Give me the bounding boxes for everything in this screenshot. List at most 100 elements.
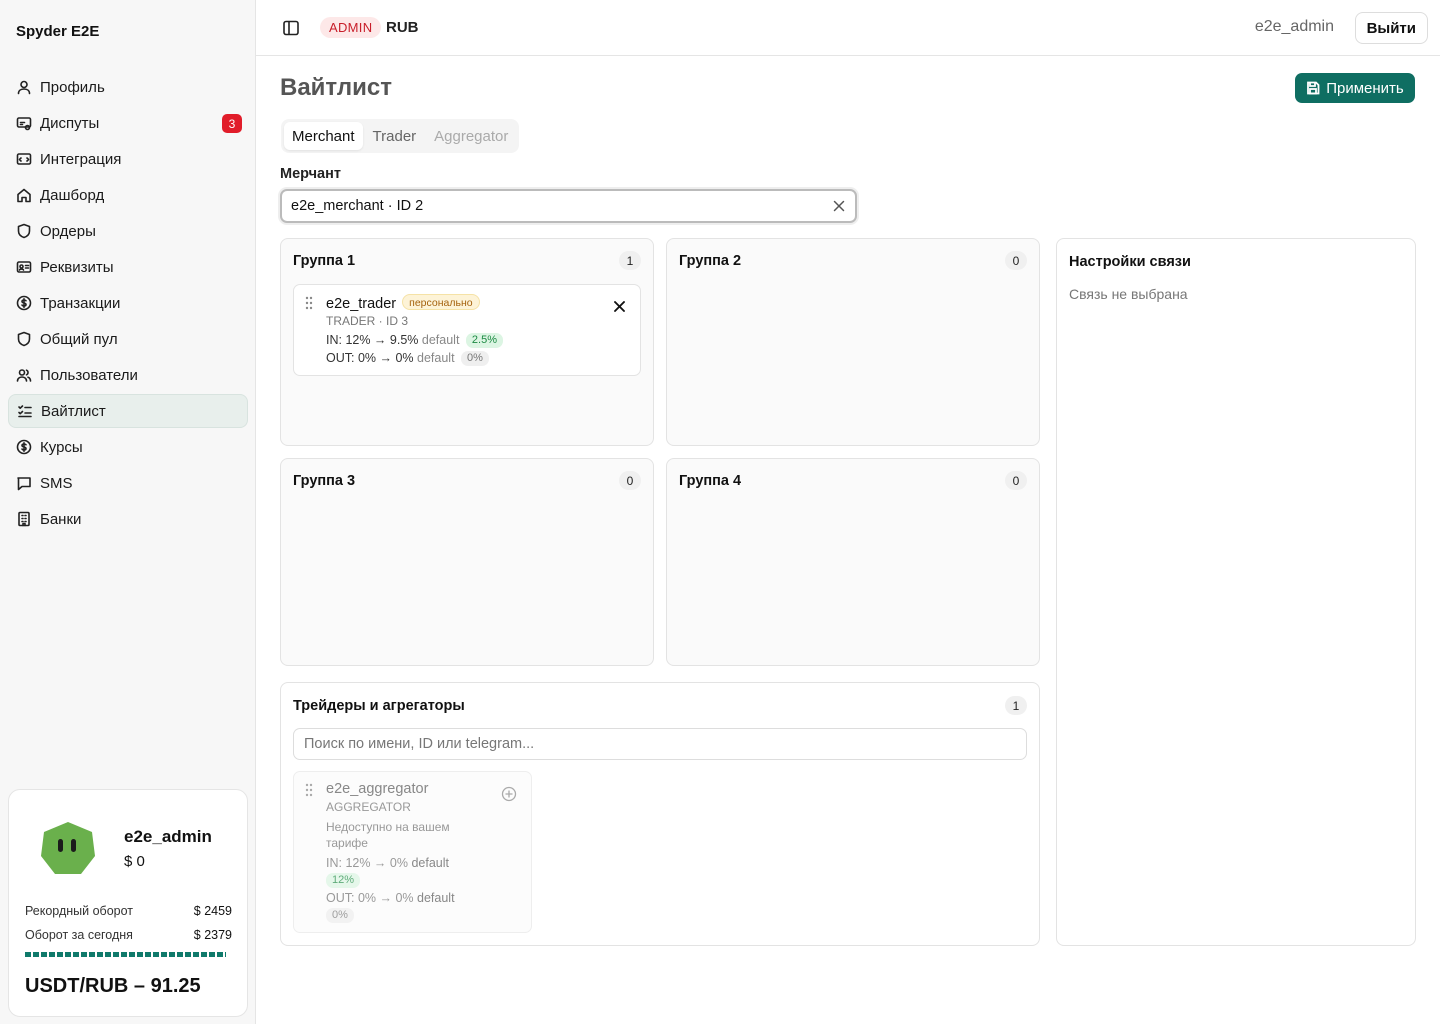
record-turnover-value: $ 2459 (193, 904, 232, 918)
sidebar-item-5[interactable]: Реквизиты (8, 250, 248, 284)
dollar-icon (16, 295, 32, 311)
aggregator-card[interactable]: e2e_aggregator AGGREGATOR Недоступно на … (293, 771, 532, 933)
sidebar-item-label: Дашборд (40, 186, 105, 204)
in-delta-pill: 12% (326, 873, 361, 888)
brand-name: Spyder E2E (16, 23, 100, 40)
pool-search-input[interactable] (293, 728, 1027, 760)
personal-tag: персонально (402, 294, 480, 310)
sidebar-item-9[interactable]: Вайтлист (8, 394, 248, 428)
header-username: e2e_admin (1254, 18, 1334, 35)
sidebar-item-11[interactable]: SMS (8, 466, 248, 500)
message-icon (16, 475, 32, 491)
shield-icon (16, 223, 32, 239)
sidebar-item-8[interactable]: Пользователи (8, 358, 248, 392)
aggregator-out-pill-row: 0% (326, 908, 354, 923)
trader-card[interactable]: e2e_trader персонально TRADER · ID 3 IN: … (293, 284, 641, 376)
page-title: Вайтлист (280, 74, 392, 101)
aggregator-name: e2e_aggregator (326, 781, 429, 797)
sidebar-item-label: Реквизиты (40, 258, 114, 276)
turnover-progress (25, 952, 232, 957)
sidebar-item-label: Вайтлист (41, 402, 106, 420)
clear-icon[interactable] (831, 198, 847, 214)
sidebar-item-1[interactable]: Диспуты 3 (8, 106, 248, 140)
group-2[interactable]: Группа 2 0 (666, 238, 1040, 446)
out-delta-pill: 0% (461, 351, 489, 366)
pool-title: Трейдеры и агрегаторы (293, 698, 465, 714)
out-default-label: default (417, 351, 455, 365)
turnover-progress-fill (25, 952, 226, 957)
sidebar: Spyder E2E Профиль Диспуты 3 Интеграция Дашб… (0, 0, 256, 1024)
sidebar-item-10[interactable]: Курсы (8, 430, 248, 464)
in-default-label: default (411, 856, 449, 870)
currency-label: RUB (386, 19, 419, 36)
sidebar-item-3[interactable]: Дашборд (8, 178, 248, 212)
apply-button[interactable]: Применить (1295, 73, 1415, 103)
out-rate-text: OUT: 0% → 0% (326, 351, 414, 365)
dollar-icon (16, 439, 32, 455)
sidebar-item-4[interactable]: Ордеры (8, 214, 248, 248)
tab-0[interactable]: Merchant (284, 122, 363, 150)
user-name: e2e_admin (124, 827, 212, 846)
home-icon (16, 187, 32, 203)
sidebar-item-label: Пользователи (40, 366, 138, 384)
apply-button-label: Применить (1326, 79, 1404, 97)
sidebar-item-label: Интеграция (40, 150, 122, 168)
merchant-select-value: e2e_merchant · ID 2 (291, 198, 424, 214)
traders-pool: Трейдеры и агрегаторы 1 e2e_aggregator A… (280, 682, 1040, 946)
merchant-select[interactable]: e2e_merchant · ID 2 (280, 189, 857, 223)
group-3[interactable]: Группа 3 0 (280, 458, 654, 666)
group-count: 0 (1005, 471, 1027, 490)
sidebar-item-2[interactable]: Интеграция (8, 142, 248, 176)
settings-empty-text: Связь не выбрана (1069, 286, 1188, 302)
add-circle-icon[interactable] (501, 786, 517, 802)
sidebar-item-label: Профиль (40, 78, 105, 96)
aggregator-out-rate: OUT: 0% → 0% default (326, 891, 455, 905)
sidebar-toggle-icon[interactable] (282, 19, 300, 37)
user-balance: $ 0 (124, 853, 145, 870)
aggregator-in-rate: IN: 12% → 0% default (326, 856, 449, 870)
id-card-icon (16, 259, 32, 275)
out-rate-text: OUT: 0% → 0% (326, 891, 414, 905)
users-icon (16, 367, 32, 383)
checklist-icon (17, 403, 33, 419)
shield-icon (16, 331, 32, 347)
out-default-label: default (417, 891, 455, 905)
avatar (41, 822, 95, 874)
trader-in-rate: IN: 12% → 9.5% default 2.5% (326, 333, 503, 348)
group-count: 0 (619, 471, 641, 490)
sidebar-item-6[interactable]: Транзакции (8, 286, 248, 320)
trader-role: TRADER · ID 3 (326, 314, 409, 328)
record-turnover: Рекордный оборот $ 2459 (25, 904, 232, 918)
sidebar-item-12[interactable]: Банки (8, 502, 248, 536)
integration-icon (16, 151, 32, 167)
aggregator-in-pill-row: 12% (326, 873, 361, 888)
logout-button[interactable]: Выйти (1354, 12, 1428, 44)
drag-handle-icon[interactable] (304, 296, 314, 310)
aggregator-role: AGGREGATOR (326, 800, 411, 814)
group-4[interactable]: Группа 4 0 (666, 458, 1040, 666)
group-title: Группа 4 (679, 473, 742, 489)
remove-icon[interactable] (613, 300, 626, 313)
sidebar-item-label: SMS (40, 474, 73, 492)
group-count: 1 (619, 251, 641, 270)
sidebar-nav: Профиль Диспуты 3 Интеграция Дашборд Ордеры Ре… (8, 70, 248, 538)
user-icon (16, 79, 32, 95)
group-1[interactable]: Группа 1 1 e2e_trader персонально TRADER … (280, 238, 654, 446)
merchant-label: Мерчант (280, 166, 341, 182)
link-settings-panel: Настройки связи Связь не выбрана (1056, 238, 1416, 946)
role-badge: ADMIN (320, 17, 382, 38)
trader-name-row: e2e_trader персонально (326, 294, 480, 312)
in-rate-text: IN: 12% → 9.5% (326, 333, 419, 347)
sidebar-item-label: Транзакции (40, 294, 121, 312)
disputes-count-badge: 3 (222, 114, 242, 133)
sidebar-item-7[interactable]: Общий пул (8, 322, 248, 356)
dispute-icon (16, 115, 32, 131)
settings-title: Настройки связи (1069, 254, 1191, 270)
drag-handle-icon[interactable] (304, 783, 314, 797)
sidebar-item-label: Банки (40, 510, 82, 528)
entity-tabs: Merchant Trader Aggregator (281, 119, 520, 153)
group-title: Группа 1 (293, 253, 356, 269)
trader-name: e2e_trader (326, 296, 397, 312)
tab-1[interactable]: Trader (365, 122, 425, 150)
sidebar-item-0[interactable]: Профиль (8, 70, 248, 104)
